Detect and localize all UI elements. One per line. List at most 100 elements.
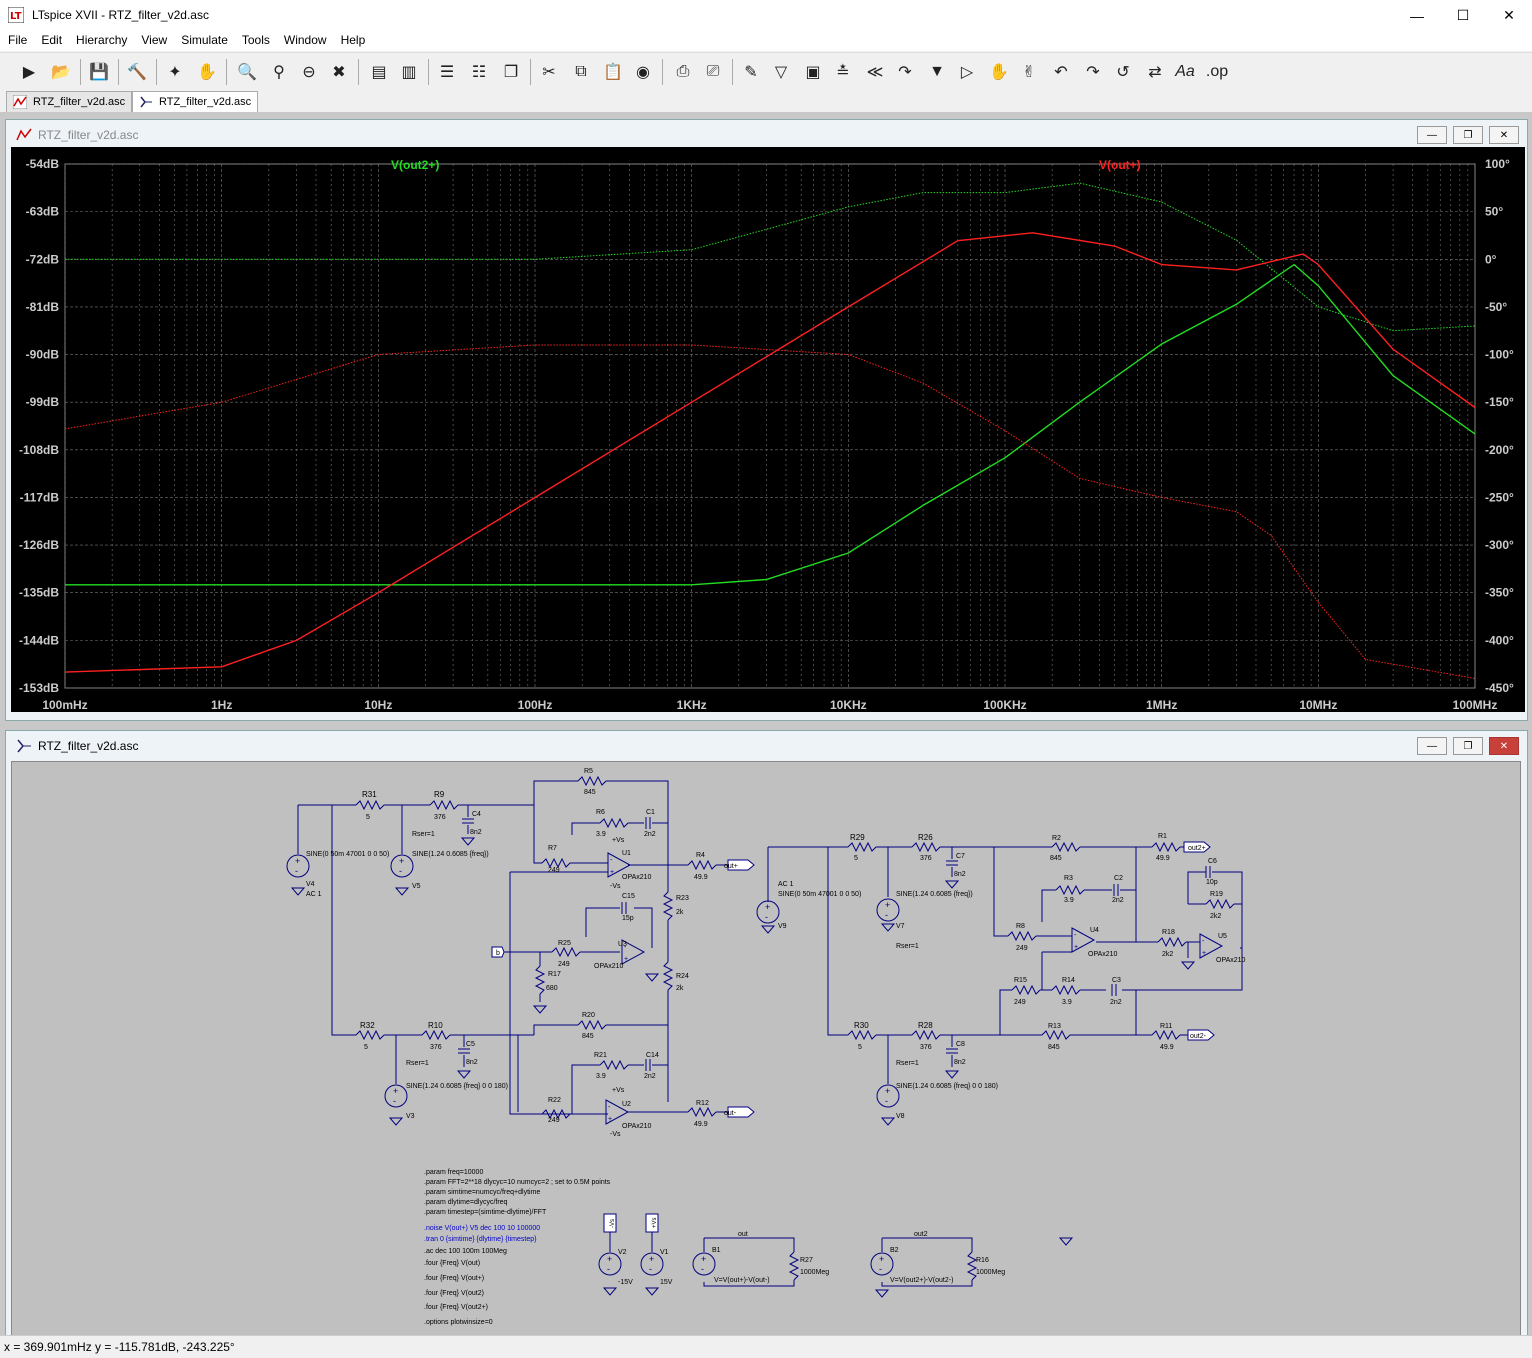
move-hand-icon[interactable]: ✋ [986, 59, 1012, 85]
menu-help[interactable]: Help [333, 31, 372, 51]
print-setup-icon[interactable]: ⎚ [700, 59, 726, 85]
value-R26: 376 [920, 855, 932, 862]
close-button[interactable]: ✕ [1486, 0, 1532, 31]
rotate-icon[interactable]: ↺ [1110, 59, 1136, 85]
tile-horizontal-icon[interactable]: ☰ [434, 59, 460, 85]
draw-wire-icon[interactable]: ✎ [738, 59, 764, 85]
waveform-restore-button[interactable]: ❐ [1453, 126, 1483, 144]
legend-out2p[interactable]: V(out2+) [391, 158, 439, 172]
open-folder-icon[interactable]: 📂 [48, 59, 74, 85]
value-R3: 3.9 [1064, 897, 1074, 904]
waveform-window-icon [16, 128, 32, 141]
menu-file[interactable]: File [0, 31, 33, 51]
y-left-tick-label: -144dB [19, 633, 59, 647]
component-icon[interactable]: ▷ [954, 59, 980, 85]
directive-4: .param timestep=(simtime-dlytime)/FFT [424, 1209, 547, 1216]
schematic-close-button[interactable]: ✕ [1489, 737, 1519, 755]
value-R28: 376 [920, 1044, 932, 1051]
paste-icon[interactable]: 📋 [600, 59, 626, 85]
diode-icon[interactable]: ▼ [924, 59, 950, 85]
plot-pane[interactable]: -54dB -63dB -72dB -81dB -90dB -99dB -108dB -117… [11, 147, 1525, 712]
capacitor-icon[interactable]: ≪ [862, 59, 888, 85]
save-icon[interactable]: 💾 [86, 59, 112, 85]
x-tick-label: 1Hz [211, 698, 232, 712]
value-R21: 3.9 [596, 1073, 606, 1080]
copy-icon[interactable]: ⧉ [568, 59, 594, 85]
schematic-window-titlebar[interactable]: RTZ_filter_v2d.asc — ❐ ✕ [6, 731, 1527, 761]
undo-icon[interactable]: ↶ [1048, 59, 1074, 85]
value-R24: 2k [676, 985, 684, 992]
maximize-button[interactable]: ☐ [1440, 0, 1486, 31]
vsm-U2: -Vs [610, 1131, 621, 1138]
cursor-readout: x = 369.901mHz y = -115.781dB, -243.225° [4, 1340, 235, 1354]
run-man-icon[interactable]: ✦ [162, 59, 188, 85]
text-icon[interactable]: Aa [1172, 59, 1198, 85]
x-tick-label: 10Hz [364, 698, 392, 712]
label-R1: R1 [1158, 833, 1167, 840]
menu-window[interactable]: Window [276, 31, 333, 51]
cascade-icon[interactable]: ❐ [498, 59, 524, 85]
redo-icon[interactable]: ↷ [1080, 59, 1106, 85]
label-R14: R14 [1062, 977, 1075, 984]
opamp-U3: OPAx210 [594, 963, 624, 970]
resistor-icon[interactable]: ≛ [830, 59, 856, 85]
value-R32: 5 [364, 1044, 368, 1051]
bode-plot[interactable]: -54dB -63dB -72dB -81dB -90dB -99dB -108dB -117… [11, 147, 1525, 712]
mirror-icon[interactable]: ⇄ [1142, 59, 1168, 85]
cursor-icon[interactable]: ▥ [396, 59, 422, 85]
menu-edit[interactable]: Edit [33, 31, 68, 51]
waveform-minimize-button[interactable]: — [1417, 126, 1447, 144]
schematic-restore-button[interactable]: ❐ [1453, 737, 1483, 755]
schematic-tab-icon [140, 96, 152, 108]
tab-waveform[interactable]: RTZ_filter_v2d.asc [6, 91, 133, 112]
drag-hand-icon[interactable]: ✌ [1016, 59, 1042, 85]
schematic-window: RTZ_filter_v2d.asc — ❐ ✕ + R31 5 R9 376 … [5, 730, 1528, 1342]
value-R16: 1000Meg [976, 1269, 1005, 1276]
label-R15: R15 [1014, 977, 1027, 984]
value-C1: 2n2 [644, 831, 656, 838]
schematic-canvas[interactable]: + - - + [11, 761, 1521, 1338]
schematic-drawing[interactable]: + - - + [12, 762, 1520, 1337]
x-tick-label: 100KHz [983, 698, 1026, 712]
run-icon[interactable]: ▶ [16, 59, 42, 85]
halt-hand-icon[interactable]: ✋ [194, 59, 220, 85]
menu-view[interactable]: View [133, 31, 173, 51]
ground-icon[interactable]: ▽ [768, 59, 794, 85]
waveform-close-button[interactable]: ✕ [1489, 126, 1519, 144]
directive-2: .param simtime=numcyc/freq+dlytime [424, 1189, 540, 1196]
find-icon[interactable]: ◉ [630, 59, 656, 85]
label-V7: V7 [896, 923, 905, 930]
zoom-out-icon[interactable]: ⊖ [296, 59, 322, 85]
zoom-pan-icon[interactable]: ⚲ [266, 59, 292, 85]
menu-tools[interactable]: Tools [234, 31, 276, 51]
print-icon[interactable]: ⎙ [670, 59, 696, 85]
schematic-minimize-button[interactable]: — [1417, 737, 1447, 755]
cut-icon[interactable]: ✂ [536, 59, 562, 85]
label-R5: R5 [584, 768, 593, 775]
value-R13: 845 [1048, 1044, 1060, 1051]
port-out2-plus: out2+ [1188, 845, 1206, 852]
tab-waveform-label: RTZ_filter_v2d.asc [33, 96, 126, 108]
sine-V8: SINE(1.24 0.6085 {freq} 0 0 180) [896, 1083, 998, 1090]
zoom-in-icon[interactable]: 🔍 [234, 59, 260, 85]
value-R20: 845 [582, 1033, 594, 1040]
sine-V7: SINE(1.24 0.6085 {freq}) [896, 891, 973, 898]
minimize-button[interactable]: — [1394, 0, 1440, 31]
sine-V3: SINE(1.24 0.6085 {freq} 0 0 180) [406, 1083, 508, 1090]
label-net-icon[interactable]: ▣ [800, 59, 826, 85]
zoom-full-icon[interactable]: ✖ [326, 59, 352, 85]
menu-hierarchy[interactable]: Hierarchy [68, 31, 133, 51]
value-R22: 249 [548, 1117, 560, 1124]
inductor-icon[interactable]: ↷ [892, 59, 918, 85]
spice-directive-icon[interactable]: .op [1204, 59, 1230, 85]
menu-simulate[interactable]: Simulate [173, 31, 234, 51]
legend-outp[interactable]: V(out+) [1099, 158, 1141, 172]
autorange-icon[interactable]: ▤ [366, 59, 392, 85]
value-R12: 49.9 [694, 1121, 708, 1128]
waveform-window-titlebar[interactable]: RTZ_filter_v2d.asc — ❐ ✕ [6, 120, 1527, 150]
tab-schematic[interactable]: RTZ_filter_v2d.asc [132, 91, 259, 112]
label-R11: R11 [1160, 1023, 1172, 1030]
tile-vertical-icon[interactable]: ☷ [466, 59, 492, 85]
control-panel-icon[interactable]: 🔨 [124, 59, 150, 85]
command-four-2: .four {Freq} V(out2) [424, 1290, 484, 1297]
